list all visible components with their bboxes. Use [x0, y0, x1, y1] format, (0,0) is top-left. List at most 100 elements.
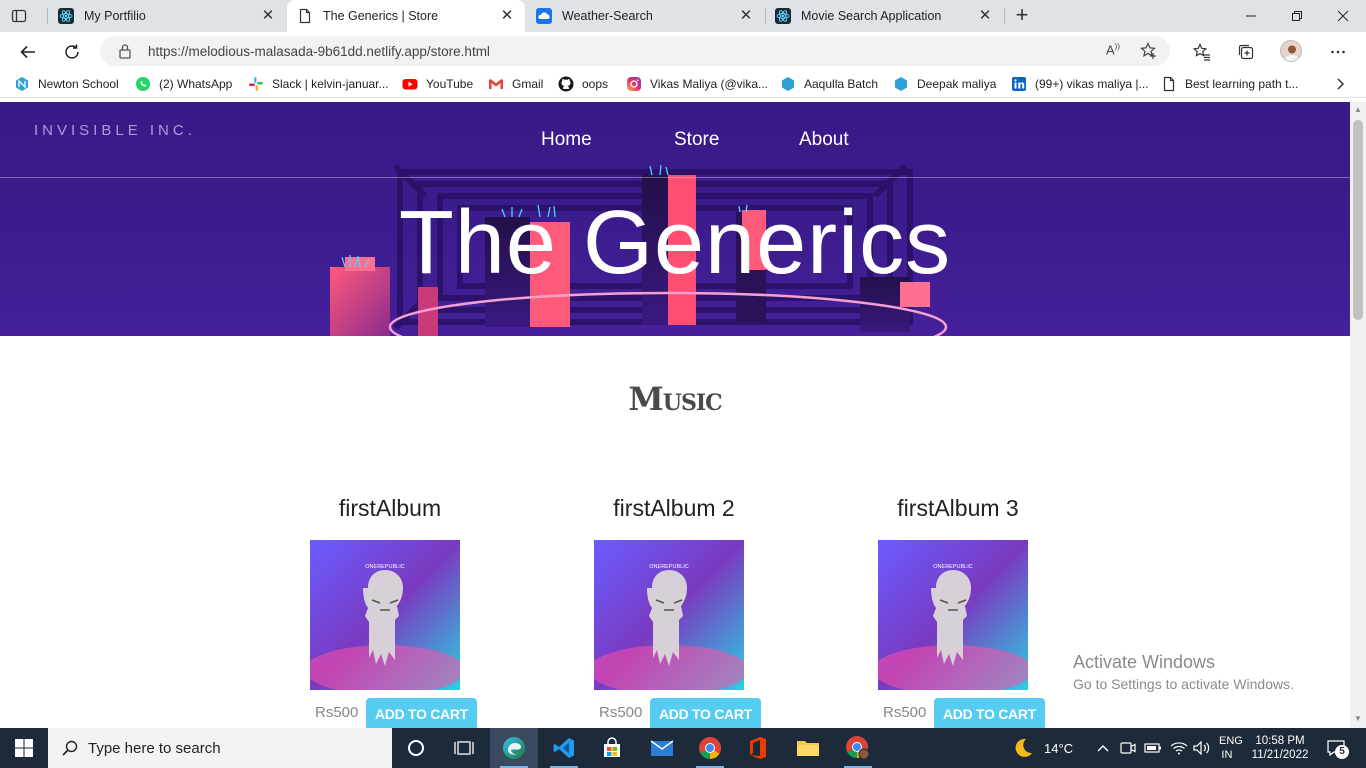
favorite-aaqulla-batch[interactable]: Aaqulla Batch	[780, 76, 878, 92]
taskbar-file-explorer[interactable]	[784, 728, 832, 768]
add-to-cart-button[interactable]: ADD TO CART	[650, 698, 761, 728]
favorite-label: Best learning path t...	[1185, 77, 1299, 91]
favorite-label: oops	[582, 77, 609, 91]
taskbar-chrome[interactable]	[686, 728, 734, 768]
collections-button[interactable]	[1232, 38, 1260, 66]
tab-movie-search[interactable]: Movie Search Application ✕	[765, 0, 1003, 32]
favorite-instagram[interactable]: Vikas Maliya (@vika...	[626, 76, 768, 92]
hero-banner: INVISIBLE INC. Home Store About The Gene…	[0, 102, 1350, 336]
battery-icon	[1144, 743, 1161, 753]
tab-weather-search[interactable]: Weather-Search ✕	[526, 0, 764, 32]
nav-home[interactable]: Home	[541, 129, 592, 151]
cover-text: ONEREPUBLIC	[365, 564, 404, 570]
search-icon	[62, 740, 78, 759]
taskbar-edge[interactable]	[490, 728, 538, 768]
task-view-icon	[454, 741, 474, 755]
tab-my-portfolio[interactable]: My Portfilio ✕	[48, 0, 286, 32]
cortana-button[interactable]	[392, 728, 440, 768]
lock-icon[interactable]	[118, 43, 132, 62]
clock[interactable]: 10:58 PM 11/21/2022	[1252, 728, 1309, 768]
taskbar-search[interactable]: Type here to search	[48, 728, 392, 768]
scrollbar-thumb[interactable]	[1353, 120, 1363, 320]
address-bar[interactable]: https://melodious-malasada-9b61dd.netlif…	[100, 36, 1170, 66]
weather-widget[interactable]: 14°C	[1010, 728, 1073, 768]
favorite-label: (2) WhatsApp	[159, 77, 233, 91]
profile-avatar[interactable]	[1280, 40, 1302, 62]
restore-button[interactable]	[1274, 0, 1320, 32]
taskbar-vscode[interactable]	[540, 728, 588, 768]
taskbar-office[interactable]	[734, 728, 782, 768]
linkedin-icon	[1011, 76, 1027, 92]
start-button[interactable]	[0, 728, 48, 768]
windows-taskbar: Type here to search 14°C ENG IN 10:58 PM…	[0, 728, 1366, 768]
add-favorite-icon[interactable]	[1140, 42, 1158, 63]
favorite-youtube[interactable]: YouTube	[402, 76, 473, 92]
tray-volume[interactable]	[1193, 728, 1211, 768]
brand-logo[interactable]: INVISIBLE INC.	[34, 122, 196, 139]
close-icon[interactable]: ✕	[499, 8, 515, 24]
gmail-icon	[488, 76, 504, 92]
tab-the-generics[interactable]: The Generics | Store ✕	[287, 0, 525, 32]
tray-wifi[interactable]	[1170, 728, 1188, 768]
album-card: firstAlbum 3 ONEREPUBLIC Rs500 ADD TO CA…	[868, 495, 1048, 728]
react-icon	[58, 8, 74, 24]
taskbar-mail[interactable]	[638, 728, 686, 768]
task-view-button[interactable]	[440, 728, 488, 768]
url-text[interactable]: https://melodious-malasada-9b61dd.netlif…	[148, 44, 490, 59]
lang-line2: IN	[1221, 749, 1233, 761]
nav-about[interactable]: About	[799, 129, 849, 151]
close-icon[interactable]: ✕	[738, 8, 754, 24]
language-indicator[interactable]: ENG IN	[1219, 728, 1243, 768]
scroll-down-icon[interactable]: ▼	[1354, 715, 1362, 723]
favorite-label: Slack | kelvin-januar...	[272, 77, 389, 91]
favorite-gmail[interactable]: Gmail	[488, 76, 543, 92]
album-price: Rs500	[315, 704, 359, 721]
refresh-button[interactable]	[58, 38, 86, 66]
favorites-button[interactable]	[1188, 38, 1216, 66]
favorite-newton-school[interactable]: Newton School	[14, 76, 119, 92]
tray-battery[interactable]	[1144, 728, 1162, 768]
back-button[interactable]	[14, 38, 42, 66]
action-center-button[interactable]: 5	[1322, 728, 1350, 768]
chevron-up-icon	[1097, 745, 1109, 752]
close-icon[interactable]: ✕	[260, 8, 276, 24]
favorite-whatsapp[interactable]: (2) WhatsApp	[135, 76, 232, 92]
close-icon	[1337, 10, 1349, 22]
favorite-deepak-maliya[interactable]: Deepak maliya	[893, 76, 996, 92]
close-icon[interactable]: ✕	[977, 8, 993, 24]
tab-actions-icon[interactable]	[10, 7, 28, 25]
wifi-icon	[1170, 742, 1188, 755]
favorite-oops[interactable]: oops	[558, 76, 608, 92]
add-to-cart-button[interactable]: ADD TO CART	[366, 698, 477, 728]
chrome-profile-icon	[846, 736, 870, 760]
favorite-linkedin[interactable]: (99+) vikas maliya |...	[1011, 76, 1148, 92]
collections-icon	[1238, 44, 1254, 60]
windows-icon	[15, 739, 33, 757]
react-icon	[775, 8, 791, 24]
favorite-best-learning-path[interactable]: Best learning path t...	[1161, 76, 1298, 92]
tab-title: Weather-Search	[562, 9, 653, 23]
taskbar-store[interactable]	[588, 728, 636, 768]
album-price: Rs500	[883, 704, 927, 721]
nav-store[interactable]: Store	[674, 129, 719, 151]
cover-text: ONEREPUBLIC	[933, 564, 972, 570]
scroll-up-icon[interactable]: ▲	[1354, 106, 1362, 114]
chevron-right-icon	[1337, 78, 1345, 90]
brand-text: INVISIBLE INC.	[34, 122, 196, 139]
favorites-overflow-chevron[interactable]	[1334, 76, 1346, 92]
favorite-label: Gmail	[512, 77, 544, 91]
favorite-slack[interactable]: Slack | kelvin-januar...	[248, 76, 389, 92]
tray-meet-now[interactable]	[1120, 728, 1136, 768]
new-tab-button[interactable]: +	[1010, 4, 1034, 28]
page-scrollbar[interactable]: ▲ ▼	[1350, 102, 1366, 728]
taskbar-chrome-profile[interactable]	[834, 728, 882, 768]
tray-overflow-chevron[interactable]	[1096, 728, 1110, 768]
settings-menu-button[interactable]	[1324, 38, 1352, 66]
album-cover-image: ONEREPUBLIC	[873, 540, 1033, 695]
more-icon	[1331, 50, 1345, 54]
album-cover-image: ONEREPUBLIC	[305, 540, 465, 695]
add-to-cart-button[interactable]: ADD TO CART	[934, 698, 1045, 728]
minimize-button[interactable]	[1228, 0, 1274, 32]
read-aloud-icon[interactable]: A))	[1106, 42, 1120, 57]
close-window-button[interactable]	[1320, 0, 1366, 32]
